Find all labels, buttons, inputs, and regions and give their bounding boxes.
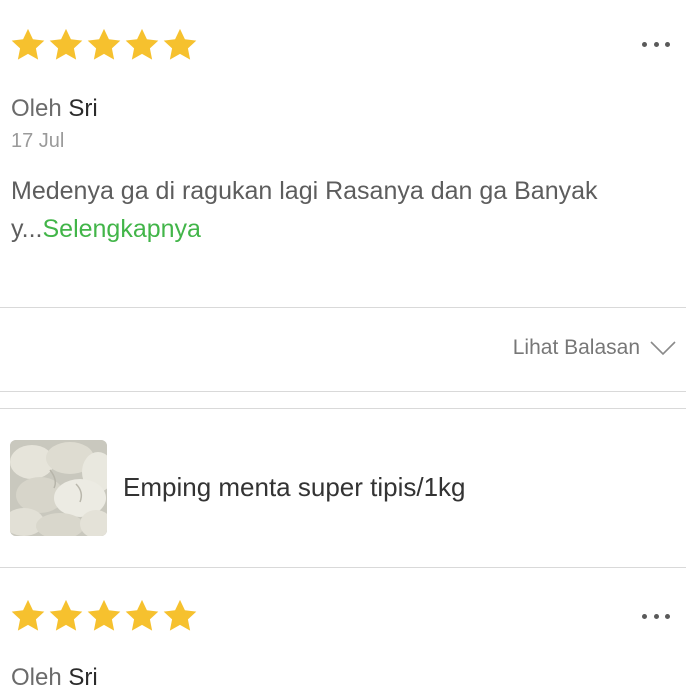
by-prefix: Oleh: [11, 664, 62, 691]
author-name[interactable]: Sri: [68, 95, 97, 122]
divider: [0, 567, 686, 568]
view-replies-label: Lihat Balasan: [512, 336, 640, 359]
review-author: Oleh Sri: [11, 95, 98, 123]
view-replies-button[interactable]: Lihat Balasan: [513, 336, 676, 360]
author-name[interactable]: Sri: [68, 664, 97, 691]
star-icon: [9, 26, 47, 64]
star-icon: [85, 26, 123, 64]
star-icon: [47, 597, 85, 635]
star-icon: [123, 597, 161, 635]
divider: [0, 408, 686, 409]
divider: [0, 307, 686, 308]
star-icon: [85, 597, 123, 635]
product-thumbnail[interactable]: [10, 440, 107, 536]
more-dots-icon[interactable]: [642, 610, 670, 622]
star-icon: [161, 26, 199, 64]
rating-stars: [9, 597, 199, 635]
product-name[interactable]: Emping menta super tipis/1kg: [123, 472, 466, 503]
chevron-down-icon: [650, 340, 676, 356]
more-dots-icon[interactable]: [642, 38, 670, 50]
star-icon: [161, 597, 199, 635]
review-author: Oleh Sri: [11, 664, 98, 692]
product-row[interactable]: Emping menta super tipis/1kg: [0, 410, 686, 567]
review-text: Medenya ga di ragukan lagi Rasanya dan g…: [11, 172, 676, 248]
star-icon: [123, 26, 161, 64]
review-date: 17 Jul: [11, 130, 65, 152]
rating-stars: [9, 26, 199, 64]
star-icon: [9, 597, 47, 635]
read-more-link[interactable]: Selengkapnya: [42, 215, 200, 243]
star-icon: [47, 26, 85, 64]
review-card: Oleh Sri 17 Jul Medenya ga di ragukan la…: [0, 0, 686, 307]
by-prefix: Oleh: [11, 95, 62, 122]
divider: [0, 391, 686, 392]
